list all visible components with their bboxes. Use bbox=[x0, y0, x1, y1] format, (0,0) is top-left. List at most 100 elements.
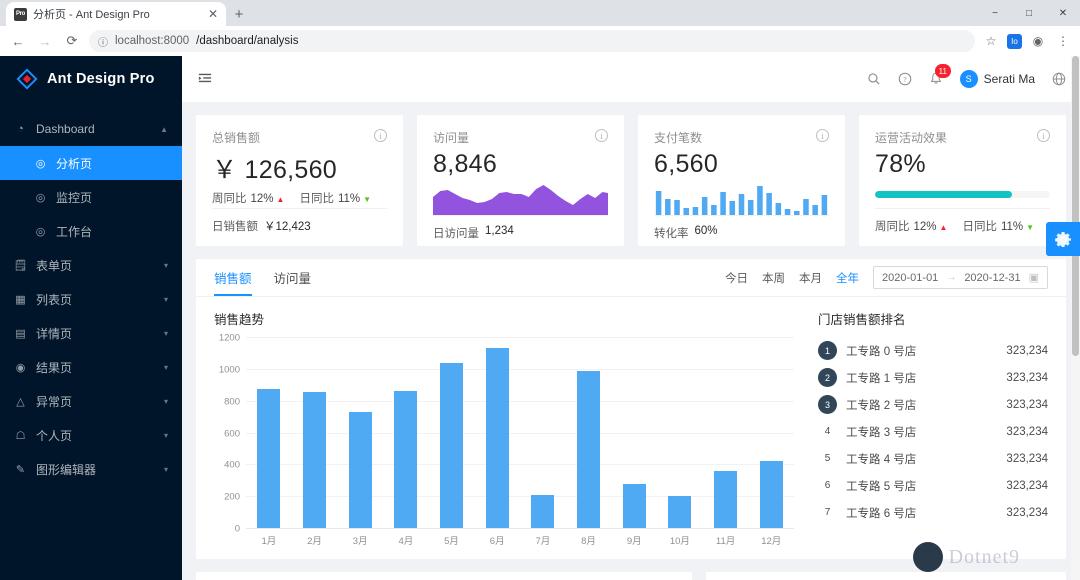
rank-row[interactable]: 4 工专路 3 号店 323,234 bbox=[818, 419, 1048, 444]
bar-cell[interactable] bbox=[429, 338, 475, 529]
menu-fold-icon[interactable] bbox=[194, 68, 216, 90]
range-month[interactable]: 本月 bbox=[799, 270, 822, 286]
close-window-button[interactable]: ✕ bbox=[1046, 0, 1080, 26]
plus-icon[interactable]: + bbox=[226, 2, 252, 26]
kebab-menu-icon[interactable]: ⋮ bbox=[1054, 32, 1072, 50]
range-today[interactable]: 今日 bbox=[725, 270, 748, 286]
bar-cell[interactable] bbox=[748, 338, 794, 529]
bar-cell[interactable] bbox=[703, 338, 749, 529]
arrow-right-icon[interactable]: → bbox=[35, 31, 55, 51]
info-icon[interactable]: i bbox=[816, 129, 829, 142]
maximize-button[interactable]: □ bbox=[1012, 0, 1046, 26]
sidebar-item-analysis[interactable]: ◎ 分析页 bbox=[0, 146, 182, 180]
user-menu[interactable]: S Serati Ma bbox=[959, 70, 1035, 88]
x-axis-tick: 11月 bbox=[715, 536, 736, 547]
sidebar-menu: ◔ Dashboard ▲ ◎ 分析页 ◎ 监控页 ◎ 工作台 🗒 表单页 ▾ … bbox=[0, 112, 182, 486]
scrollbar-thumb[interactable] bbox=[1072, 56, 1079, 356]
rank-title: 门店销售额排名 bbox=[818, 313, 906, 327]
minimize-button[interactable]: − bbox=[978, 0, 1012, 26]
url-input[interactable]: ⓘ localhost:8000/dashboard/analysis bbox=[89, 30, 975, 52]
bar[interactable] bbox=[303, 392, 326, 529]
rank-store-name: 工专路 3 号店 bbox=[846, 426, 917, 439]
reload-icon[interactable]: ⟳ bbox=[62, 31, 82, 51]
bar[interactable] bbox=[668, 496, 692, 529]
tab-sales[interactable]: 销售额 bbox=[214, 259, 252, 296]
rank-row[interactable]: 6 工专路 5 号店 323,234 bbox=[818, 473, 1048, 498]
calendar-icon[interactable]: ▣ bbox=[1029, 271, 1039, 284]
date-range-picker[interactable]: 2020-01-01 → 2020-12-31 ▣ bbox=[873, 266, 1048, 289]
bar[interactable] bbox=[577, 371, 601, 529]
bar-cell[interactable] bbox=[566, 338, 612, 529]
rank-row[interactable]: 3 工专路 2 号店 323,234 bbox=[818, 392, 1048, 417]
sidebar-item-list[interactable]: ▦ 列表页 ▾ bbox=[0, 282, 182, 316]
brand-logo[interactable]: Ant Design Pro bbox=[0, 56, 182, 102]
svg-text:?: ? bbox=[903, 75, 906, 84]
bar-cell[interactable] bbox=[611, 338, 657, 529]
rank-store-name: 工专路 5 号店 bbox=[846, 480, 917, 493]
question-circle-icon[interactable]: ? bbox=[898, 72, 912, 86]
bar-cell[interactable] bbox=[520, 338, 566, 529]
account-icon[interactable]: ◉ bbox=[1029, 32, 1047, 50]
bar[interactable] bbox=[759, 460, 783, 529]
rank-row[interactable]: 7 工专路 6 号店 323,234 bbox=[818, 500, 1048, 525]
bottom-panels: 线上热门搜索 ··· 销售额类别占比 全部渠道 线上 门店 ··· bbox=[196, 572, 1066, 580]
range-week[interactable]: 本周 bbox=[762, 270, 785, 286]
bar[interactable] bbox=[714, 470, 738, 529]
star-icon[interactable]: ☆ bbox=[982, 32, 1000, 50]
rank-row[interactable]: 2 工专路 1 号店 323,234 bbox=[818, 365, 1048, 390]
rank-row[interactable]: 5 工专路 4 号店 323,234 bbox=[818, 446, 1048, 471]
bar[interactable] bbox=[622, 484, 646, 529]
store-rank-column: 门店销售额排名 1 工专路 0 号店 323,234 2 工专路 1 号店 323,234… bbox=[808, 309, 1048, 551]
info-icon[interactable]: i bbox=[1037, 129, 1050, 142]
x-axis-tick: 2月 bbox=[307, 536, 322, 547]
bar[interactable] bbox=[440, 362, 464, 529]
sidebar-item-exception[interactable]: △ 异常页 ▾ bbox=[0, 384, 182, 418]
bell-icon[interactable]: 11 bbox=[929, 64, 951, 86]
bar-cell[interactable] bbox=[292, 338, 338, 529]
extension-icon[interactable]: Io bbox=[1007, 33, 1022, 49]
sidebar-item-form[interactable]: 🗒 表单页 ▾ bbox=[0, 248, 182, 282]
global-icon[interactable] bbox=[1052, 72, 1066, 86]
sidebar-item-graph-editor[interactable]: ✎ 图形编辑器 ▾ bbox=[0, 452, 182, 486]
date-end[interactable]: 2020-12-31 bbox=[964, 272, 1020, 284]
trend-value: 11% bbox=[337, 193, 361, 205]
settings-gear-icon[interactable] bbox=[1046, 222, 1080, 256]
sidebar-item-dashboard[interactable]: ◔ Dashboard ▲ bbox=[0, 112, 182, 146]
bar-cell[interactable] bbox=[246, 338, 292, 529]
stat-card-payments: 支付笔数 i 6,560 转化率 60% bbox=[638, 115, 845, 246]
bar-cell[interactable] bbox=[657, 338, 703, 529]
sidebar-item-account[interactable]: ☖ 个人页 ▾ bbox=[0, 418, 182, 452]
x-axis-tick: 4月 bbox=[398, 536, 414, 547]
bar[interactable] bbox=[348, 412, 372, 529]
range-year[interactable]: 全年 bbox=[836, 270, 859, 286]
info-icon[interactable]: i bbox=[374, 129, 387, 142]
bar-cell[interactable] bbox=[383, 338, 429, 529]
close-icon[interactable]: ✕ bbox=[208, 8, 218, 20]
trend-row: 周同比 12% ▲ 日同比 11% ▼ bbox=[212, 190, 371, 206]
rank-number: 4 bbox=[824, 426, 831, 437]
info-icon[interactable]: i bbox=[595, 129, 608, 142]
form-icon: 🗒 bbox=[13, 259, 28, 272]
sidebar-item-monitor[interactable]: ◎ 监控页 bbox=[0, 180, 182, 214]
browser-tab[interactable]: Pro 分析页 - Ant Design Pro ✕ bbox=[6, 2, 226, 26]
y-axis-tick: 200 bbox=[224, 491, 240, 503]
date-start[interactable]: 2020-01-01 bbox=[882, 272, 938, 284]
panel-body: 销售趋势 1200 1000 800 600 400 200 0 1月 2月 3月 4月 5月 6月 7… bbox=[196, 297, 1066, 559]
arrow-left-icon[interactable]: ← bbox=[8, 31, 28, 51]
tab-visits[interactable]: 访问量 bbox=[274, 259, 312, 296]
bar[interactable] bbox=[531, 494, 555, 529]
bar-cell[interactable] bbox=[474, 338, 520, 529]
stat-card-operation-effect: 运营活动效果 i 78% 周同比 12% ▲ 日同比 11% ▼ bbox=[859, 115, 1066, 246]
sidebar-item-profile[interactable]: ▤ 详情页 ▾ bbox=[0, 316, 182, 350]
sidebar-item-workplace[interactable]: ◎ 工作台 bbox=[0, 214, 182, 248]
bar-cell[interactable] bbox=[337, 338, 383, 529]
rank-row[interactable]: 1 工专路 0 号店 323,234 bbox=[818, 338, 1048, 363]
bar[interactable] bbox=[257, 388, 281, 529]
url-path: /dashboard/analysis bbox=[196, 35, 299, 47]
sidebar-item-label: 结果页 bbox=[36, 360, 73, 375]
sidebar-item-result[interactable]: ◉ 结果页 ▾ bbox=[0, 350, 182, 384]
bar[interactable] bbox=[394, 390, 418, 529]
vertical-scrollbar[interactable] bbox=[1071, 56, 1080, 580]
bar[interactable] bbox=[485, 347, 509, 529]
search-icon[interactable] bbox=[867, 72, 881, 86]
